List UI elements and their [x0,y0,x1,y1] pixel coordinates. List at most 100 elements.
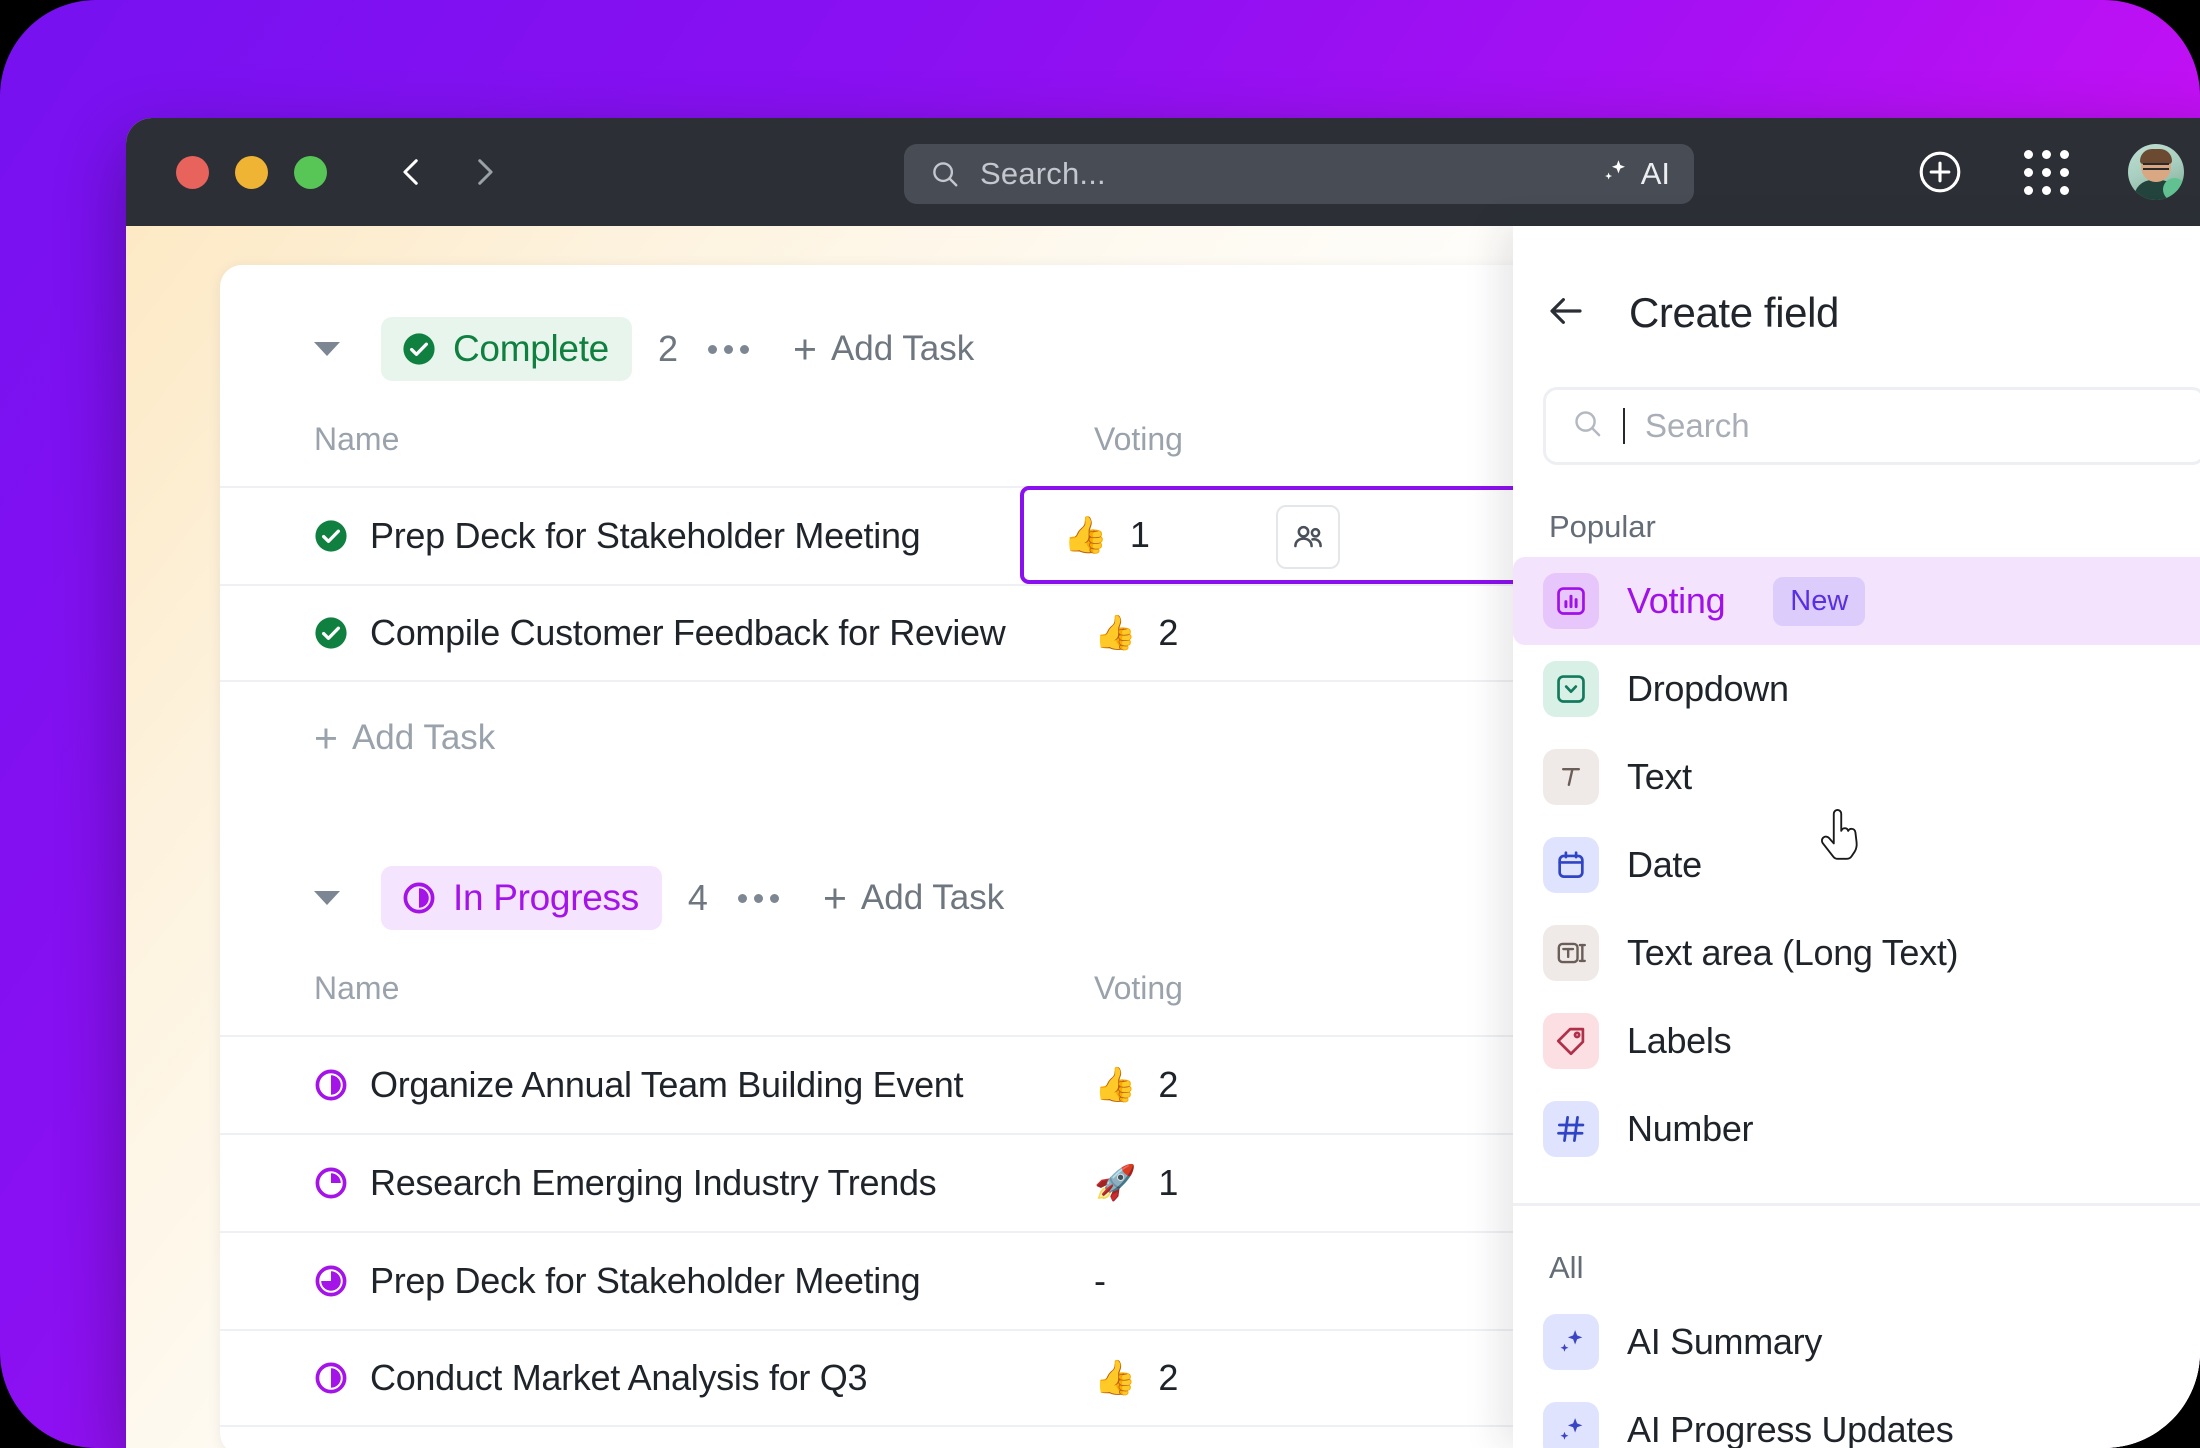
status-pill-in-progress[interactable]: In Progress [381,866,662,930]
text-cursor [1623,408,1625,444]
task-list-card: Complete 2 + Add Task Name Voting Prep D… [220,265,1700,1448]
back-arrow-icon[interactable] [1545,290,1587,337]
plus-icon: + [822,874,847,921]
column-header-name: Name [314,970,400,1006]
group-add-task-button[interactable]: + Add Task [822,874,1004,921]
search-placeholder: Search... [980,156,1106,191]
voting-cell[interactable]: 👍 2 [1094,612,1178,654]
collapse-caret-in-progress[interactable] [314,891,340,905]
voting-cell[interactable]: - [1094,1260,1106,1302]
task-name-cell: Prep Deck for Stakeholder Meeting [314,515,1094,557]
field-option-ai-summary[interactable]: AI Summary [1513,1298,2200,1386]
voting-cell[interactable]: 🚀 1 [1094,1162,1178,1204]
column-header-name: Name [314,421,400,457]
search-icon [930,159,960,189]
new-badge: New [1773,576,1866,626]
ai-button[interactable]: AI [1599,156,1670,193]
group-add-task-button[interactable]: + Add Task [793,328,975,369]
section-title-popular: Popular [1549,509,1656,544]
voters-people-icon[interactable] [1276,505,1340,569]
field-label: AI Progress Updates [1627,1409,1954,1448]
section-title-all: All [1549,1250,1584,1285]
thumbs-up-icon: 👍 [1094,1359,1137,1397]
window-titlebar: Search... AI [126,118,2200,226]
field-option-text-area[interactable]: Text area (Long Text) [1513,909,2200,997]
vote-count: 1 [1129,514,1150,555]
maximize-window-button[interactable] [294,155,327,189]
field-label: Text [1627,756,1692,797]
group-options-icon[interactable] [707,344,749,354]
task-name-cell: Organize Annual Team Building Event [314,1064,1094,1106]
group-header-in-progress: In Progress 4 + Add Task [220,866,1700,930]
field-option-ai-progress-updates[interactable]: AI Progress Updates [1513,1386,2200,1448]
field-option-dropdown[interactable]: Dropdown [1513,645,2200,733]
field-label: Labels [1627,1020,1732,1061]
add-task-row-complete[interactable]: + Add Task [220,682,1700,794]
table-row[interactable]: Conduct Market Analysis for Q3 👍 2 [220,1329,1700,1427]
add-task-label: Add Task [351,718,496,757]
check-circle-icon [315,520,347,552]
task-name: Compile Customer Feedback for Review [370,612,1006,653]
header-actions [1916,118,2184,226]
forward-arrow-icon[interactable] [467,155,501,189]
ai-sparkle-icon [1599,156,1631,193]
tag-icon [1543,1013,1599,1069]
text-t-icon [1543,749,1599,805]
rocket-icon: 🚀 [1094,1164,1137,1202]
status-label: Complete [453,328,609,369]
table-row[interactable]: Prep Deck for Stakeholder Meeting 👍 1 [220,486,1700,584]
minimize-window-button[interactable] [235,155,268,189]
field-search-input[interactable]: Search [1543,387,2200,465]
back-arrow-icon[interactable] [395,155,429,189]
task-name: Research Emerging Industry Trends [370,1162,937,1203]
purple-backdrop: Search... AI Complete 2 + Add Task Name … [0,0,2200,1448]
task-name: Organize Annual Team Building Event [370,1064,964,1105]
field-label: Date [1627,844,1702,885]
search-bar[interactable]: Search... AI [904,144,1694,204]
task-name: Prep Deck for Stakeholder Meeting [370,515,921,556]
column-header-voting: Voting [1094,970,1183,1006]
thumbs-up-icon: 👍 [1063,514,1108,555]
add-task-label: Add Task [830,329,975,368]
field-option-number[interactable]: Number [1513,1085,2200,1173]
vote-count: 1 [1158,1162,1179,1203]
group-options-icon[interactable] [737,893,779,903]
field-label: AI Summary [1627,1321,1823,1362]
vote-count: - [1094,1260,1106,1301]
progress-half-icon [315,1069,347,1101]
close-window-button[interactable] [176,155,209,189]
plus-circle-icon[interactable] [1916,148,1964,196]
hash-icon [1543,1101,1599,1157]
status-label: In Progress [453,877,639,918]
table-row[interactable]: Prep Deck for Stakeholder Meeting - [220,1231,1700,1329]
field-label: Text area (Long Text) [1627,932,1959,973]
check-circle-icon [403,333,435,365]
table-row[interactable]: Organize Annual Team Building Event 👍 2 [220,1035,1700,1133]
plus-icon: + [314,714,338,761]
field-option-text[interactable]: Text [1513,733,2200,821]
voting-cell[interactable]: 👍 2 [1094,1357,1178,1399]
nav-arrows [395,155,501,189]
ai-sparkle-icon [1543,1314,1599,1370]
column-header-voting: Voting [1094,421,1183,457]
voting-bars-icon [1543,573,1599,629]
apps-grid-icon[interactable] [2022,148,2070,196]
table-row[interactable]: Research Emerging Industry Trends 🚀 1 [220,1133,1700,1231]
field-option-date[interactable]: Date [1513,821,2200,909]
check-circle-icon [315,617,347,649]
table-row[interactable]: Compile Customer Feedback for Review 👍 2 [220,584,1700,682]
progress-half-icon [403,882,435,914]
ai-sparkle-icon [1543,1402,1599,1448]
collapse-caret-complete[interactable] [314,342,340,356]
text-area-icon [1543,925,1599,981]
status-pill-complete[interactable]: Complete [381,317,632,381]
field-option-labels[interactable]: Labels [1513,997,2200,1085]
progress-half-icon [315,1362,347,1394]
field-label: Dropdown [1627,668,1789,709]
workspace: Complete 2 + Add Task Name Voting Prep D… [126,226,2200,1448]
voting-cell[interactable]: 👍 2 [1094,1064,1178,1106]
search-placeholder: Search [1645,407,1750,444]
avatar[interactable] [2128,144,2184,200]
group-count: 2 [657,328,678,369]
field-option-voting[interactable]: Voting New [1513,557,2200,645]
